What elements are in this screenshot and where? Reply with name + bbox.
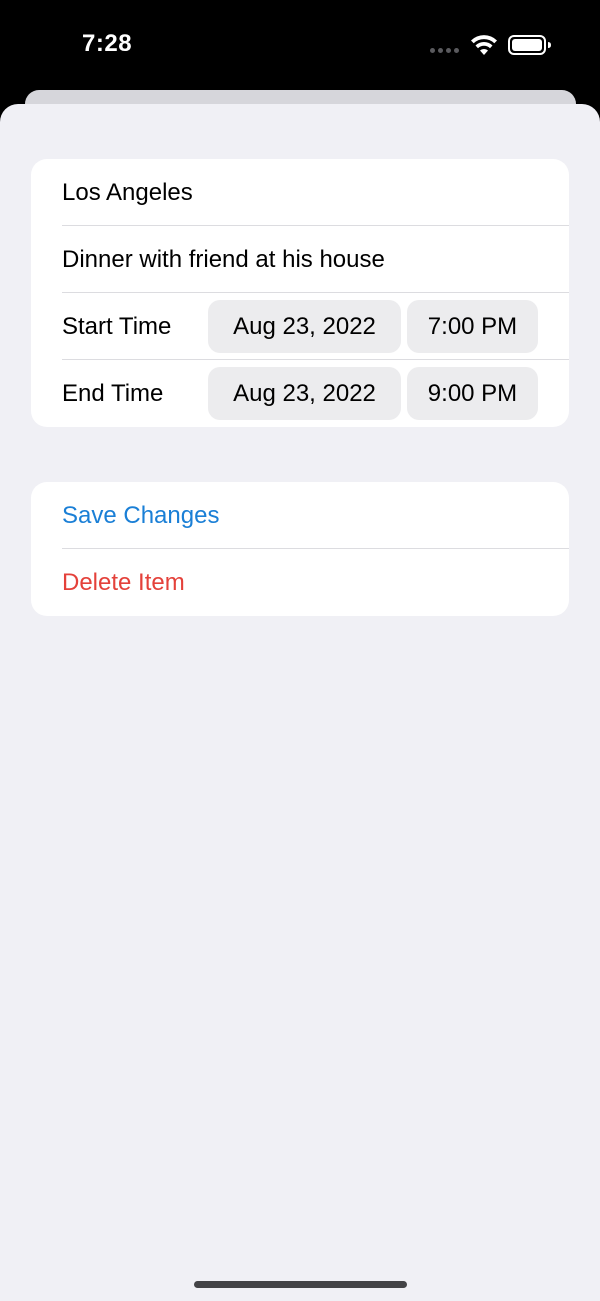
start-time-label: Start Time [62,313,172,340]
end-time-label: End Time [62,380,164,407]
description-field[interactable]: Dinner with friend at his house [62,226,385,293]
end-time-row: End Time Aug 23, 2022 9:00 PM [31,360,569,427]
delete-item-button[interactable]: Delete Item [62,549,185,616]
actions-section: Save Changes Delete Item [31,482,569,616]
home-indicator[interactable] [194,1281,407,1288]
wifi-icon [471,35,497,55]
status-bar: 7:28 [0,0,600,90]
end-date-picker[interactable]: Aug 23, 2022 [208,367,401,420]
details-section: Los Angeles Dinner with friend at his ho… [31,159,569,427]
edit-sheet: Los Angeles Dinner with friend at his ho… [0,104,600,1301]
save-changes-button[interactable]: Save Changes [62,482,219,549]
description-row[interactable]: Dinner with friend at his house [31,226,569,293]
delete-item-row[interactable]: Delete Item [31,549,569,616]
start-time-row: Start Time Aug 23, 2022 7:00 PM [31,293,569,360]
status-time: 7:28 [82,30,133,57]
location-field[interactable]: Los Angeles [62,159,193,226]
battery-icon [508,35,551,55]
cellular-dots-icon [430,48,459,53]
start-time-picker[interactable]: 7:00 PM [407,300,538,353]
start-date-picker[interactable]: Aug 23, 2022 [208,300,401,353]
location-row[interactable]: Los Angeles [31,159,569,226]
end-time-picker[interactable]: 9:00 PM [407,367,538,420]
save-changes-row[interactable]: Save Changes [31,482,569,549]
